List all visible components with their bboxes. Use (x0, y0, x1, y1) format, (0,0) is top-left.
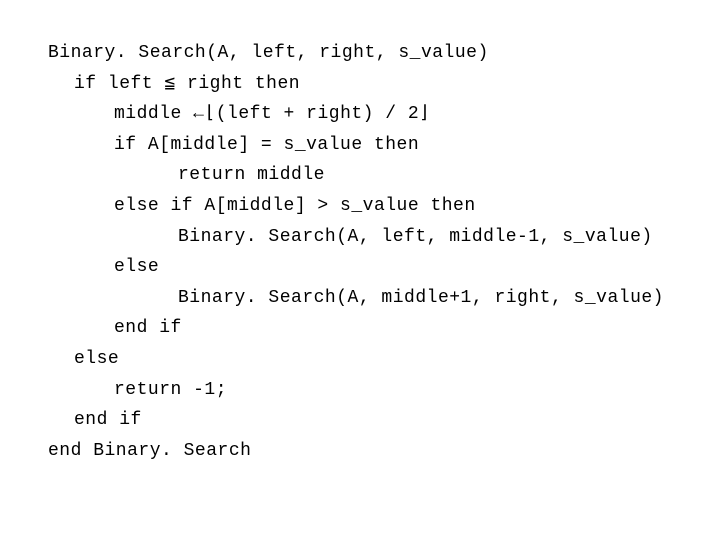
code-line-5: return middle (48, 160, 720, 191)
code-line-13: end if (48, 405, 720, 436)
code-line-3: middle ←⌊(left + right) / 2⌋ (48, 99, 720, 130)
pseudocode-block: Binary. Search(A, left, right, s_value) … (0, 0, 720, 466)
code-line-9: Binary. Search(A, middle+1, right, s_val… (48, 283, 720, 314)
code-line-2: if left ≦ right then (48, 69, 720, 100)
code-line-6: else if A[middle] > s_value then (48, 191, 720, 222)
code-line-14: end Binary. Search (48, 436, 720, 467)
code-line-4: if A[middle] = s_value then (48, 130, 720, 161)
code-line-12: return -1; (48, 375, 720, 406)
code-line-7: Binary. Search(A, left, middle-1, s_valu… (48, 222, 720, 253)
code-line-1: Binary. Search(A, left, right, s_value) (48, 38, 720, 69)
code-line-10: end if (48, 313, 720, 344)
code-line-11: else (48, 344, 720, 375)
code-line-8: else (48, 252, 720, 283)
